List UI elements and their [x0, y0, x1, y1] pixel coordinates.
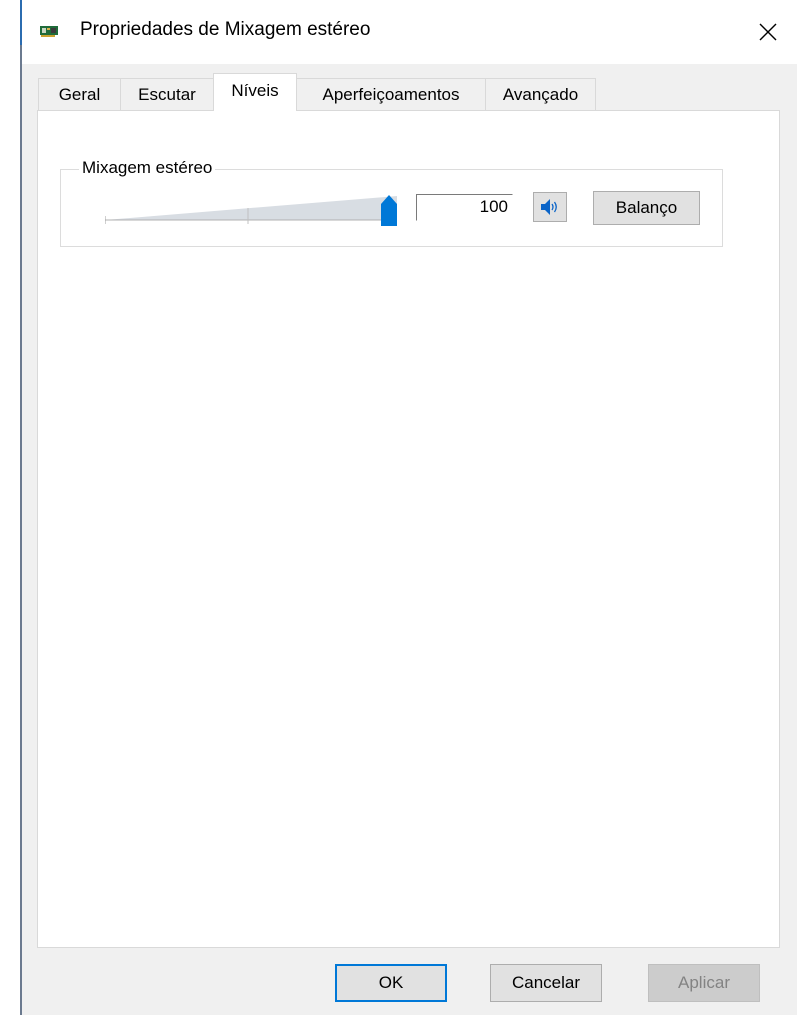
volume-value-field[interactable]: 100: [416, 194, 513, 221]
tab-escutar[interactable]: Escutar: [120, 78, 214, 110]
tab-geral[interactable]: Geral: [38, 78, 121, 110]
tab-strip: Geral Escutar Níveis Aperfeiçoamentos Av…: [38, 73, 778, 111]
sound-card-icon: [40, 26, 58, 37]
window-title: Propriedades de Mixagem estéreo: [80, 19, 371, 40]
levels-panel: Mixagem estéreo 100 Balanço: [37, 110, 780, 948]
balance-button[interactable]: Balanço: [593, 191, 700, 225]
cancel-button[interactable]: Cancelar: [490, 964, 602, 1002]
close-button[interactable]: [750, 14, 786, 50]
apply-button[interactable]: Aplicar: [648, 964, 760, 1002]
speaker-icon: [541, 199, 557, 215]
close-icon: [759, 23, 777, 41]
tab-niveis[interactable]: Níveis: [213, 73, 297, 111]
ok-button[interactable]: OK: [335, 964, 447, 1002]
mute-button[interactable]: [533, 192, 567, 222]
tab-avancado[interactable]: Avançado: [485, 78, 596, 110]
mixagem-group: Mixagem estéreo 100 Balanço: [60, 158, 723, 247]
tab-aperfeicoamentos[interactable]: Aperfeiçoamentos: [296, 78, 486, 110]
properties-dialog: Propriedades de Mixagem estéreo Geral Es…: [22, 0, 797, 1015]
title-bar: Propriedades de Mixagem estéreo: [22, 0, 797, 64]
volume-slider[interactable]: [105, 192, 405, 228]
group-label: Mixagem estéreo: [79, 158, 216, 178]
